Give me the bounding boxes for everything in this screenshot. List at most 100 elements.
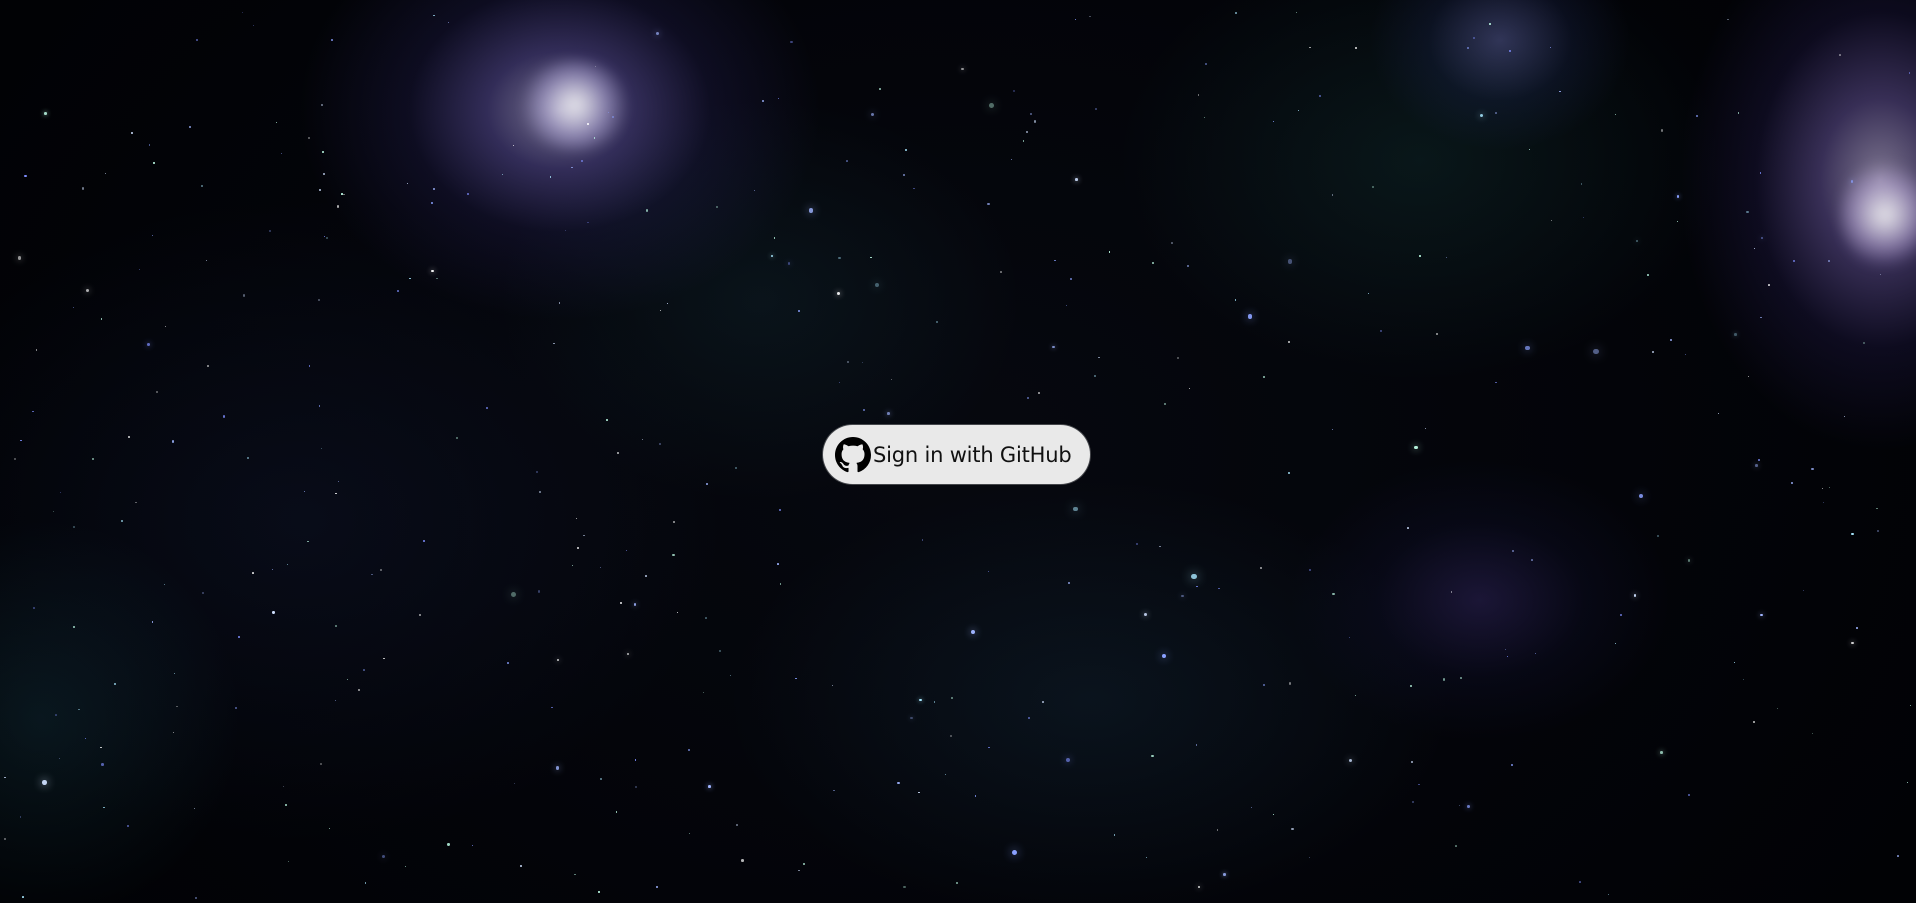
star [987,570,990,573]
star [1291,827,1294,830]
star [1753,247,1756,249]
star [513,783,515,785]
star [1467,805,1470,809]
star [1181,594,1184,598]
star [201,591,205,595]
star [1203,116,1206,119]
star [970,629,975,634]
star [730,674,732,677]
star [777,98,779,100]
star [779,582,782,585]
star [1089,15,1091,17]
star [205,260,208,262]
star [1528,148,1530,151]
star [486,406,488,409]
star [331,39,333,42]
star [3,776,6,779]
star [555,766,559,770]
star [861,362,864,364]
star [1151,261,1154,265]
star [874,282,879,288]
star [1676,220,1679,222]
star [634,785,637,788]
star [897,781,900,785]
star [734,466,738,470]
star [286,563,288,565]
star [320,104,323,107]
star [1839,54,1841,56]
star [583,534,585,537]
star [551,706,553,709]
star [1460,676,1463,679]
star [1273,120,1275,122]
star [1669,338,1672,341]
star [831,684,834,687]
star [284,803,287,806]
star [379,568,383,572]
star [303,490,306,493]
star [1776,708,1778,710]
star [706,483,708,486]
star [642,439,644,441]
star [798,869,800,872]
star [1607,893,1610,896]
star [1412,801,1415,804]
star [3,838,6,841]
star [1073,506,1079,512]
star [447,21,449,23]
star [1792,259,1795,262]
star [1718,412,1720,414]
star [1525,345,1530,351]
star [252,24,255,27]
star [1234,299,1237,301]
star [646,209,649,212]
star [1309,46,1311,49]
star [1070,277,1073,281]
star [1260,566,1263,569]
star [364,882,366,884]
star [719,650,722,653]
star [329,828,331,830]
star [466,193,469,196]
star [1348,637,1350,639]
star [235,707,238,710]
star [753,189,755,191]
star [1550,220,1552,222]
star [32,410,34,413]
star [1022,140,1025,142]
star [918,791,920,794]
star [902,174,905,177]
star [72,306,75,309]
star [318,188,321,191]
sign-in-with-github-button[interactable]: Sign in with GitHub [823,425,1090,484]
star [1660,129,1664,132]
star [565,230,567,232]
star [956,881,959,885]
star [188,125,191,129]
star [433,14,435,17]
star [152,234,154,236]
star [1495,112,1497,115]
star [1216,829,1219,831]
star [676,612,678,614]
star [1296,11,1298,14]
star [1176,357,1180,360]
star [833,789,835,792]
star [321,447,323,450]
star [890,379,892,381]
star [1409,684,1412,687]
star [846,360,849,363]
star [1734,333,1737,336]
star [778,509,781,512]
star [22,896,24,898]
star [1559,90,1561,92]
star [777,563,779,565]
star [1851,532,1854,536]
star [1759,172,1762,175]
star [1197,94,1200,96]
star [1531,559,1533,561]
star [1651,350,1654,353]
star [223,415,226,418]
star [247,457,249,460]
star [626,652,630,656]
